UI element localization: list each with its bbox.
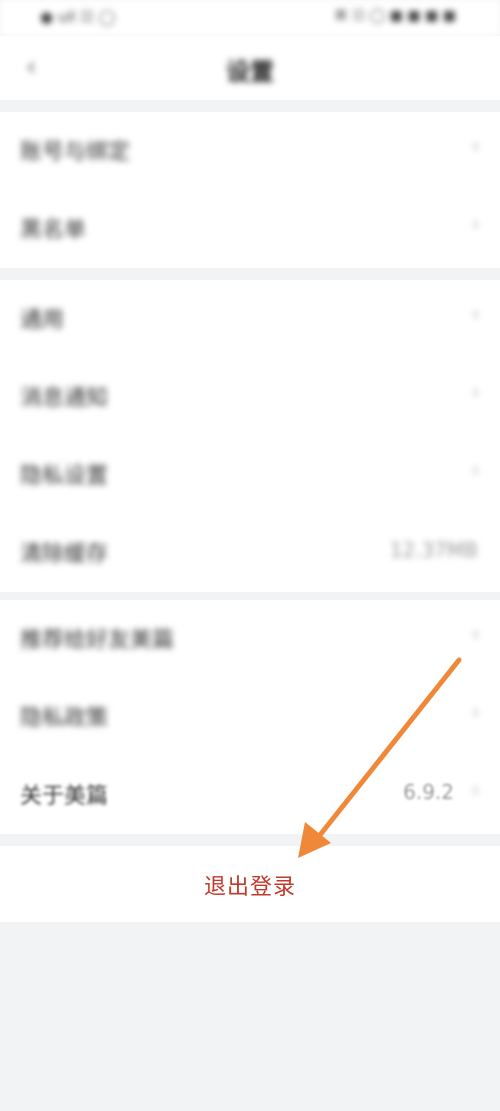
logout-label: 退出登录 — [203, 875, 296, 900]
chevron-right-icon: › — [471, 778, 480, 803]
chevron-right-icon: › — [471, 700, 480, 725]
row-label: 黑名单 — [20, 218, 87, 243]
settings-row-account-binding[interactable]: 账号与绑定 › — [0, 112, 500, 190]
chevron-right-icon: › — [471, 302, 480, 327]
settings-group-account: 账号与绑定 › 黑名单 › — [0, 112, 500, 268]
settings-row-general[interactable]: 通用 › — [0, 280, 500, 358]
row-label: 隐私设置 — [20, 464, 109, 489]
settings-row-about[interactable]: 关于美篇 6.9.2 › — [0, 756, 500, 834]
row-label: 关于美篇 — [20, 784, 109, 809]
row-label: 消息通知 — [20, 386, 109, 411]
settings-row-blacklist[interactable]: 黑名单 › — [0, 190, 500, 268]
row-label: 推荐给好友美篇 — [20, 628, 175, 653]
settings-row-notifications[interactable]: 消息通知 › — [0, 358, 500, 436]
status-left-indicators: ● ull ☷ ◯ — [40, 8, 116, 26]
settings-group-about: 推荐给好友美篇 › 隐私政策 › 关于美篇 6.9.2 › — [0, 600, 500, 834]
settings-group-general: 通用 › 消息通知 › 隐私设置 › 清除缓存 12.37MB — [0, 280, 500, 592]
chevron-right-icon: › — [471, 134, 480, 159]
row-label: 清除缓存 — [20, 542, 109, 567]
status-right-indicators: ⌘ ☷ ◯ ■ ■ ■ ■ — [334, 8, 456, 24]
row-label: 隐私政策 — [20, 706, 109, 731]
nav-bar: ‹ 设置 — [0, 36, 500, 100]
row-label: 通用 — [20, 308, 65, 333]
settings-row-privacy-settings[interactable]: 隐私设置 › — [0, 436, 500, 514]
chevron-right-icon: › — [471, 622, 480, 647]
chevron-right-icon: › — [471, 380, 480, 405]
cache-size-value: 12.37MB — [389, 538, 478, 562]
chevron-right-icon: › — [471, 212, 480, 237]
row-label: 账号与绑定 — [20, 140, 131, 165]
settings-row-privacy-policy[interactable]: 隐私政策 › — [0, 678, 500, 756]
status-bar: ● ull ☷ ◯ ⌘ ☷ ◯ ■ ■ ■ ■ — [0, 0, 500, 36]
settings-row-recommend[interactable]: 推荐给好友美篇 › — [0, 600, 500, 678]
chevron-right-icon: › — [471, 458, 480, 483]
page-title: 设置 — [226, 58, 274, 86]
settings-row-clear-cache[interactable]: 清除缓存 12.37MB — [0, 514, 500, 592]
version-value: 6.9.2 — [403, 780, 454, 804]
logout-button[interactable]: 退出登录 — [0, 846, 500, 922]
